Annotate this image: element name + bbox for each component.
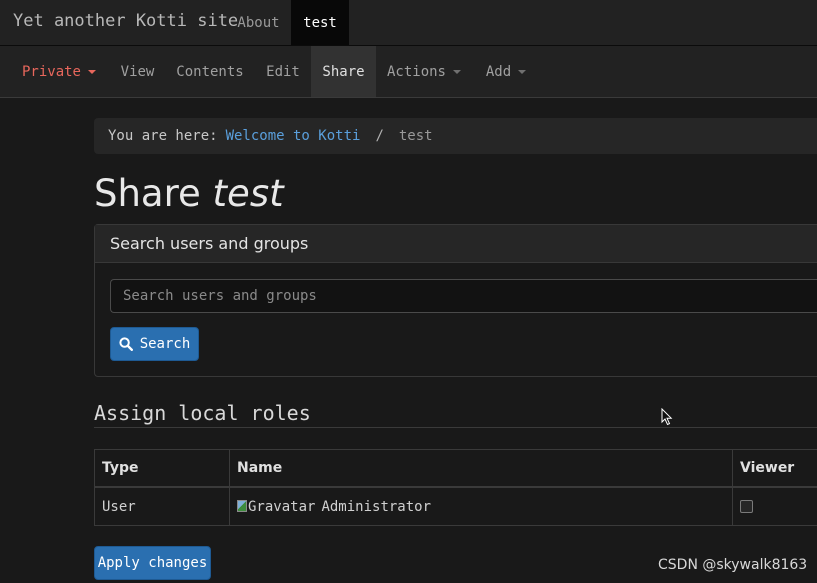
breadcrumb-separator: /	[375, 128, 384, 144]
page-title-prefix: Share	[94, 172, 201, 215]
page-title: Share test	[94, 172, 284, 215]
table-header-row: Type Name Viewer	[94, 449, 817, 488]
add-label: Add	[485, 63, 512, 80]
section-divider	[94, 427, 817, 428]
edit-tab-share[interactable]: Share	[311, 46, 376, 97]
row-user-name: Administrator	[321, 498, 432, 515]
row-name-cell: Gravatar Administrator	[229, 486, 733, 526]
caret-down-icon	[518, 69, 527, 74]
apply-changes-button[interactable]: Apply changes	[94, 546, 211, 580]
column-header-name: Name	[229, 449, 733, 488]
search-input[interactable]	[110, 279, 817, 313]
row-type: User	[94, 486, 230, 526]
nav-link-about[interactable]: About	[226, 0, 291, 45]
breadcrumb-prefix: You are here:	[108, 128, 218, 144]
actions-dropdown[interactable]: Actions	[376, 46, 472, 97]
assign-roles-heading: Assign local roles	[94, 401, 311, 425]
edit-tab-edit[interactable]: Edit	[255, 46, 311, 97]
column-header-viewer: Viewer	[732, 449, 817, 488]
add-dropdown[interactable]: Add	[472, 46, 540, 97]
edit-tab-view[interactable]: View	[110, 46, 165, 97]
breadcrumb-current: test	[398, 128, 433, 144]
caret-down-icon	[88, 69, 96, 74]
mouse-cursor-icon	[661, 408, 673, 426]
site-brand[interactable]: Yet another Kotti site	[13, 11, 238, 31]
watermark: CSDN @skywalk8163	[658, 557, 808, 573]
nav-link-test[interactable]: test	[291, 0, 349, 45]
search-panel-heading: Search users and groups	[95, 225, 817, 263]
edit-tab-contents[interactable]: Contents	[165, 46, 255, 97]
column-header-type: Type	[94, 449, 230, 488]
viewer-role-checkbox[interactable]	[740, 500, 753, 513]
page-title-name: test	[212, 172, 284, 215]
top-navbar: Yet another Kotti site About test	[0, 0, 817, 46]
row-viewer-cell	[732, 486, 817, 526]
roles-table: Type Name Viewer User Gravatar Administra…	[94, 449, 817, 526]
breadcrumb-link-home[interactable]: Welcome to Kotti	[226, 128, 361, 144]
table-row: User Gravatar Administrator	[94, 486, 817, 526]
workflow-state-label: Private	[21, 63, 81, 80]
actions-label: Actions	[386, 63, 446, 80]
search-button-label: Search	[139, 336, 191, 352]
edit-bar: Private View Contents Edit Share Actions…	[0, 46, 817, 98]
workflow-state-dropdown[interactable]: Private	[0, 46, 114, 97]
avatar: Gravatar	[248, 498, 316, 515]
caret-down-icon	[453, 69, 461, 74]
search-icon	[119, 337, 133, 351]
breadcrumb: You are here: Welcome to Kotti / test	[94, 118, 817, 154]
search-button[interactable]: Search	[110, 327, 199, 361]
broken-image-icon	[237, 499, 247, 512]
search-panel: Search users and groups Search	[94, 224, 817, 377]
